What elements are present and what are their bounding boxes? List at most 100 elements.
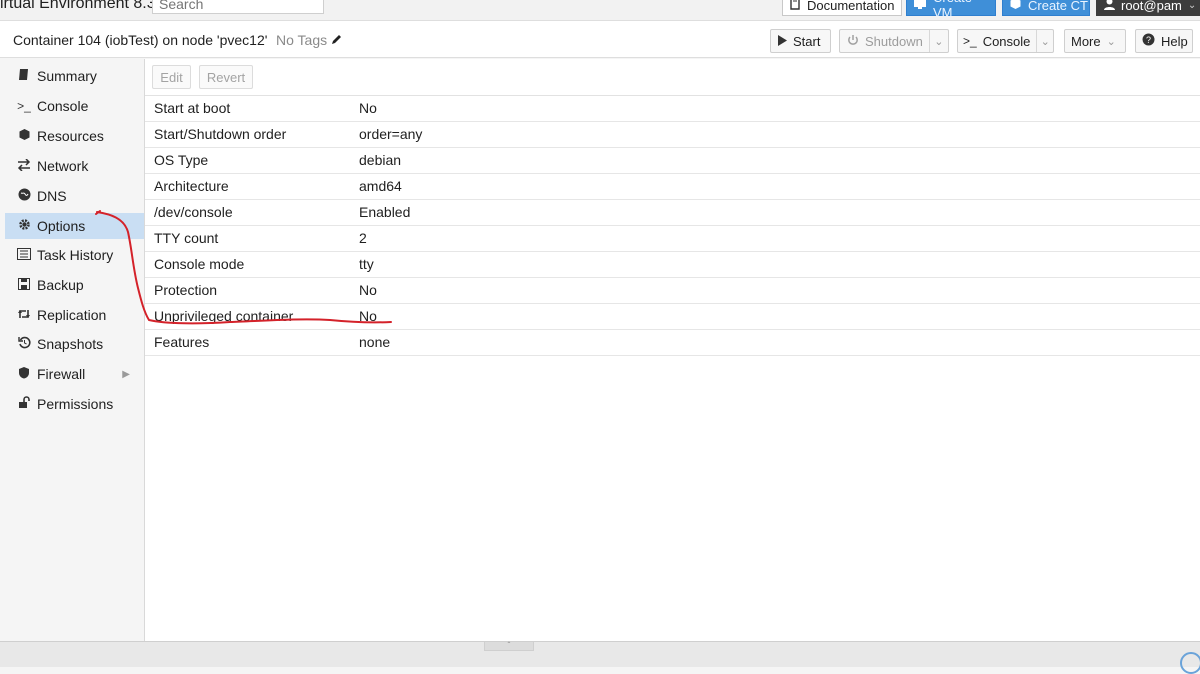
documentation-label: Documentation <box>807 0 895 13</box>
option-value: 2 <box>359 230 367 246</box>
sidebar-item-label: DNS <box>37 188 67 204</box>
table-row[interactable]: Features none <box>145 330 1200 356</box>
console-label: Console <box>982 33 1031 49</box>
sidebar-item-label: Firewall <box>37 366 86 382</box>
table-row[interactable]: Protection No <box>145 278 1200 304</box>
user-menu-button[interactable]: root@pam ⌄ <box>1096 0 1200 16</box>
option-value: No <box>359 100 377 116</box>
shutdown-button[interactable]: Shutdown ⌄ <box>839 29 949 53</box>
option-key: Architecture <box>154 178 229 194</box>
option-value: order=any <box>359 126 423 142</box>
sidebar-nav: Summary >_ Console Resources Network DNS… <box>5 59 145 641</box>
sidebar-item-options[interactable]: Options <box>5 213 144 239</box>
option-key: TTY count <box>154 230 219 246</box>
sidebar-item-dns[interactable]: DNS <box>5 183 144 209</box>
create-ct-label: Create CT <box>1028 0 1088 13</box>
sidebar-item-label: Task History <box>37 247 114 263</box>
book-icon <box>14 68 34 84</box>
table-row[interactable]: Start at boot No <box>145 96 1200 122</box>
create-vm-label: Create VM <box>933 0 972 20</box>
edit-label: Edit <box>160 69 183 85</box>
options-panel: Edit Revert Start at boot No Start/Shutdo… <box>145 59 1200 641</box>
sidebar-item-label: Resources <box>37 128 104 144</box>
table-row[interactable]: Architecture amd64 <box>145 174 1200 200</box>
top-bar: irtual Environment 8.3.2 Documentation C… <box>0 0 1200 20</box>
power-icon <box>847 34 859 49</box>
sidebar-item-label: Summary <box>37 68 97 84</box>
shield-icon <box>14 366 34 382</box>
history-icon <box>14 336 34 352</box>
sidebar-item-label: Snapshots <box>37 336 104 352</box>
play-icon <box>778 34 787 49</box>
retweet-icon <box>14 308 34 323</box>
help-button[interactable]: ? Help <box>1135 29 1193 53</box>
log-panel-splitter[interactable] <box>0 641 1200 667</box>
exchange-icon <box>14 157 34 174</box>
option-value: No <box>359 308 377 324</box>
content-header: Container 104 (iobTest) on node 'pvec12'… <box>0 20 1200 58</box>
options-toolbar: Edit Revert <box>145 59 1200 96</box>
search-input[interactable] <box>152 0 324 14</box>
cube-icon <box>1009 0 1022 13</box>
chevron-down-icon: ⌄ <box>1187 0 1197 11</box>
gear-icon <box>14 218 34 234</box>
unlock-icon <box>14 396 34 412</box>
console-button[interactable]: >_ Console ⌄ <box>957 29 1054 53</box>
table-row[interactable]: TTY count 2 <box>145 226 1200 252</box>
question-circle-icon: ? <box>1142 33 1155 49</box>
option-value: Enabled <box>359 204 411 220</box>
sidebar-item-label: Backup <box>37 277 84 293</box>
sidebar-item-snapshots[interactable]: Snapshots <box>5 331 144 357</box>
status-circle-icon[interactable] <box>1180 652 1200 674</box>
table-row[interactable]: Start/Shutdown order order=any <box>145 122 1200 148</box>
sidebar-item-backup[interactable]: Backup <box>5 272 144 298</box>
cube-icon <box>14 128 34 144</box>
book-icon <box>789 0 801 13</box>
sidebar-item-resources[interactable]: Resources <box>5 123 144 149</box>
floppy-icon <box>14 277 34 293</box>
option-key: Protection <box>154 282 218 298</box>
sidebar-item-network[interactable]: Network <box>5 153 144 179</box>
chevron-down-icon[interactable]: ⌄ <box>1036 30 1053 52</box>
sidebar-item-replication[interactable]: Replication <box>5 302 144 328</box>
edit-button[interactable]: Edit <box>152 65 191 89</box>
table-row[interactable]: Unprivileged container No <box>145 304 1200 330</box>
documentation-button[interactable]: Documentation <box>782 0 902 16</box>
help-label: Help <box>1161 33 1188 49</box>
table-row[interactable]: OS Type debian <box>145 148 1200 174</box>
option-key: Start at boot <box>154 100 231 116</box>
option-key: OS Type <box>154 152 209 168</box>
start-label: Start <box>793 33 821 49</box>
list-icon <box>14 247 34 263</box>
user-label: root@pam <box>1121 0 1182 13</box>
table-row[interactable]: /dev/console Enabled <box>145 200 1200 226</box>
chevron-down-icon[interactable]: ⌄ <box>928 30 948 52</box>
option-key: Unprivileged container <box>154 308 294 324</box>
app-title: irtual Environment 8.3.2 <box>0 0 169 12</box>
sidebar-item-label: Permissions <box>37 396 114 412</box>
more-label: More <box>1071 33 1101 49</box>
sidebar-item-task-history[interactable]: Task History <box>5 242 144 268</box>
more-button[interactable]: More ⌄ <box>1064 29 1126 53</box>
sidebar-item-summary[interactable]: Summary <box>5 63 144 89</box>
tags-label: No Tags <box>276 32 328 48</box>
sidebar-item-label: Console <box>37 98 89 114</box>
pencil-icon <box>331 32 343 48</box>
sidebar-item-label: Options <box>37 218 86 234</box>
option-key: Console mode <box>154 256 245 272</box>
user-icon <box>1104 0 1115 13</box>
start-button[interactable]: Start <box>770 29 831 53</box>
option-value: debian <box>359 152 402 168</box>
chevron-down-icon: ⌄ <box>1106 35 1116 48</box>
collapse-handle[interactable]: ˆ <box>484 641 534 651</box>
sidebar-item-console[interactable]: >_ Console <box>5 93 144 119</box>
create-vm-button[interactable]: Create VM <box>906 0 996 20</box>
create-ct-button[interactable]: Create CT <box>1002 0 1090 16</box>
sidebar-item-firewall[interactable]: Firewall ▶ <box>5 361 144 387</box>
tags-editor[interactable]: No Tags <box>276 32 343 48</box>
table-row[interactable]: Console mode tty <box>145 252 1200 278</box>
revert-button[interactable]: Revert <box>199 65 253 89</box>
globe-icon <box>14 188 34 204</box>
option-key: /dev/console <box>154 204 233 220</box>
sidebar-item-permissions[interactable]: Permissions <box>5 391 144 417</box>
